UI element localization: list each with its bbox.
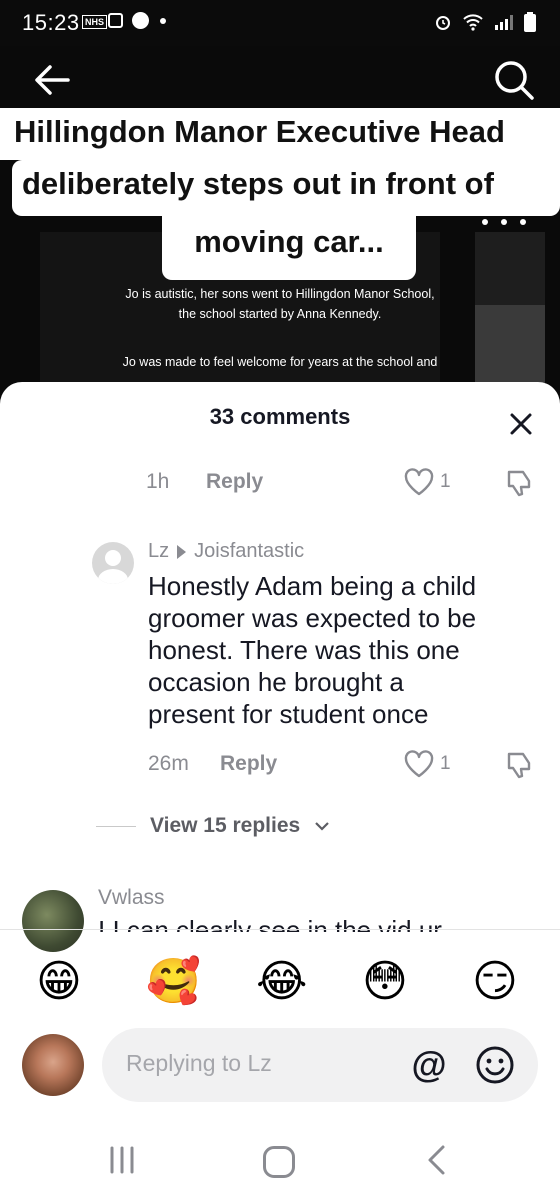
search-icon[interactable] [492, 58, 536, 102]
composer-divider [0, 929, 560, 930]
system-navigation-bar [0, 1122, 560, 1200]
video-headline-line-2: deliberately steps out in front of [12, 160, 560, 216]
comment-time: 1h [146, 470, 170, 493]
comment-username[interactable]: Vwlass [98, 886, 165, 910]
emoji-smirk-button[interactable]: 😏 [472, 957, 518, 1007]
chevron-down-icon [315, 822, 329, 831]
recent-apps-icon[interactable] [106, 1146, 138, 1174]
emoji-grin-button[interactable]: 😁 [36, 957, 82, 1007]
reply-button[interactable]: Reply [220, 752, 277, 776]
nhs-badge-icon: NHS [82, 15, 108, 29]
video-headline-line-3: moving car... [162, 214, 416, 280]
emoji-tears-of-joy-button[interactable]: 😂 [256, 957, 307, 1007]
video-caption-line-1: Jo is autistic, her sons went to Hilling… [125, 287, 435, 301]
comment-text-line: groomer was expected to be [148, 603, 477, 633]
comment-username[interactable]: Lz [148, 540, 169, 563]
comments-sheet: 33 comments 1h Reply 1 Lz Joisfantastic … [0, 382, 560, 1200]
comment-author[interactable]: Lz Joisfantastic [148, 540, 304, 563]
comments-count: 33 comments [209, 404, 351, 429]
video-caption-line-3: Jo was made to feel welcome for years at… [122, 355, 438, 369]
alarm-icon [436, 16, 450, 30]
system-back-icon[interactable] [424, 1144, 450, 1176]
wifi-icon [463, 14, 483, 31]
comment-text-line: occasion he brought a [148, 667, 404, 697]
comment-text: Honestly Adam being a child groomer was … [148, 570, 543, 730]
more-options-icon[interactable] [482, 215, 526, 229]
comment-input-placeholder: Replying to Lz [126, 1050, 272, 1076]
comment-text-line: honest. There was this one [148, 635, 460, 665]
status-icons [434, 12, 536, 32]
reply-to-arrow-icon [177, 544, 187, 559]
my-avatar [22, 1034, 84, 1096]
signal-icon [495, 15, 513, 30]
view-replies-button[interactable]: View 15 replies [96, 814, 330, 838]
notification-app-icon [108, 13, 123, 28]
comment-time: 26m [148, 752, 189, 775]
close-icon[interactable] [505, 408, 537, 440]
battery-icon [524, 12, 536, 32]
comment-input[interactable]: Replying to Lz @ [102, 1028, 538, 1102]
heart-icon[interactable] [404, 468, 434, 496]
reply-to-username[interactable]: Joisfantastic [194, 540, 304, 563]
emoji-picker-icon[interactable] [474, 1044, 516, 1086]
more-notifications-dot-icon [160, 18, 166, 24]
divider-line [96, 825, 136, 827]
video-headline-line-1: Hillingdon Manor Executive Head [0, 108, 560, 160]
comment-text-line: Honestly Adam being a child [148, 571, 477, 601]
emoji-hearts-button[interactable]: 🥰 [146, 957, 201, 1007]
reply-button[interactable]: Reply [206, 470, 263, 494]
status-time: 15:23 [22, 10, 80, 35]
video-caption-line-2: the school started by Anna Kennedy. [178, 307, 382, 321]
home-button-icon[interactable] [263, 1146, 295, 1178]
back-arrow-icon[interactable] [32, 60, 72, 100]
like-count: 1 [440, 753, 451, 774]
mention-at-icon[interactable]: @ [408, 1044, 450, 1086]
emoji-flushed-button[interactable]: 😳 [362, 957, 408, 1007]
account-icon [132, 12, 149, 29]
like-count: 1 [440, 471, 451, 492]
avatar[interactable] [92, 542, 134, 584]
dislike-icon[interactable] [505, 750, 535, 780]
view-replies-label: View 15 replies [150, 814, 301, 837]
comment-text-line: present for student once [148, 699, 429, 729]
heart-icon[interactable] [404, 750, 434, 778]
status-bar: 15:23 NHS [0, 0, 560, 46]
avatar[interactable] [22, 890, 84, 952]
dislike-icon[interactable] [505, 468, 535, 498]
emoji-quick-bar: 😁 🥰 😂 😳 😏 [0, 957, 560, 1011]
